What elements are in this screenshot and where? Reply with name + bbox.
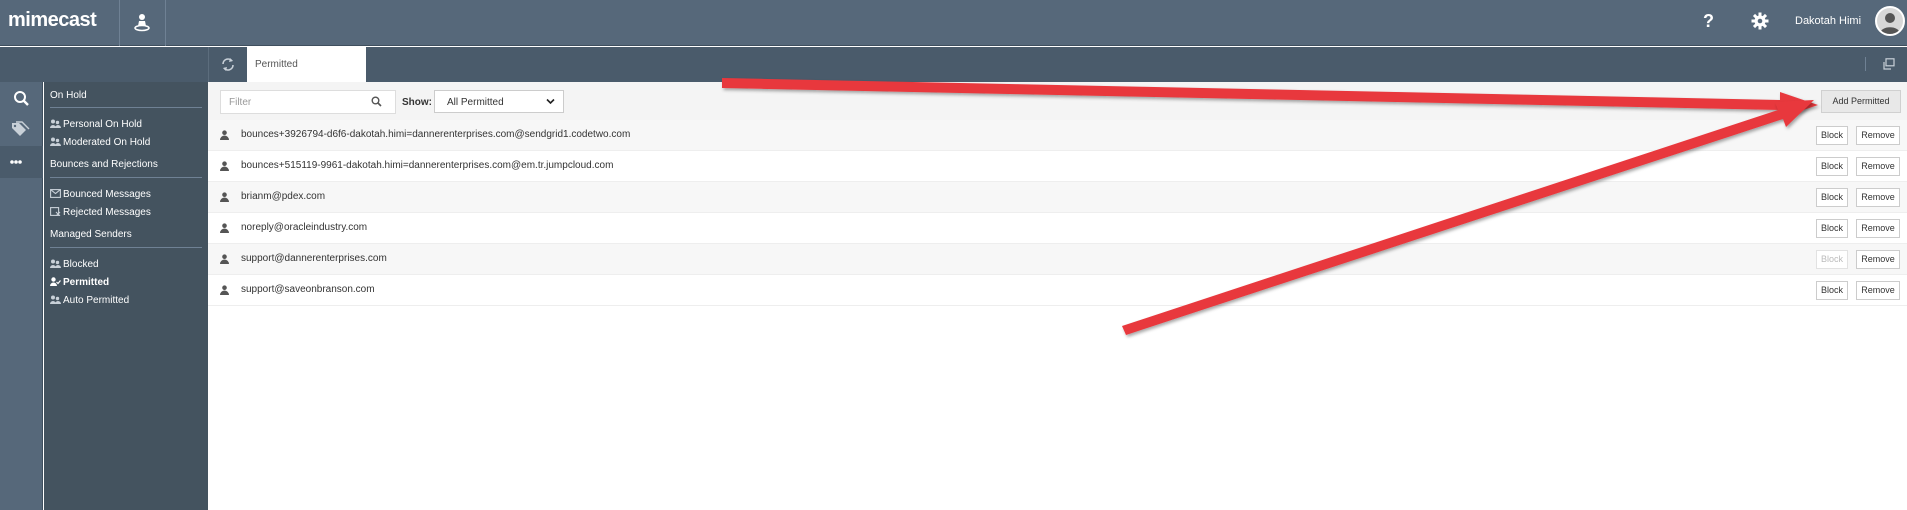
menu-section-bounces-and-rejections[interactable]: Bounces and Rejections xyxy=(50,159,158,170)
search-icon[interactable] xyxy=(371,96,382,107)
block-button[interactable]: Block xyxy=(1816,219,1848,238)
toolbar: Filter Show: All Permitted Add Permitted xyxy=(208,82,1907,120)
block-button[interactable]: Block xyxy=(1816,281,1848,300)
users-icon xyxy=(50,119,61,128)
add-permitted-button[interactable]: Add Permitted xyxy=(1821,90,1901,113)
refresh-icon xyxy=(222,58,234,71)
user-name[interactable]: Dakotah Himi xyxy=(1795,15,1861,27)
sidebar-item-label: Moderated On Hold xyxy=(63,137,151,148)
divider xyxy=(50,247,202,248)
envelope-icon xyxy=(50,189,61,198)
table-row[interactable]: noreply@oracleindustry.com Block Remove xyxy=(208,213,1907,244)
icon-rail xyxy=(0,82,43,510)
user-check-icon xyxy=(50,277,61,286)
user-icon xyxy=(220,192,229,202)
remove-button[interactable]: Remove xyxy=(1856,219,1900,238)
show-label: Show: xyxy=(402,97,432,108)
user-icon xyxy=(220,130,229,140)
rejected-message-icon xyxy=(50,207,61,216)
remove-button[interactable]: Remove xyxy=(1856,157,1900,176)
sidebar-item-bounced-messages[interactable]: Bounced Messages xyxy=(50,189,151,200)
divider xyxy=(165,0,166,46)
tab-bar: Permitted xyxy=(0,47,1907,82)
remove-button[interactable]: Remove xyxy=(1856,188,1900,207)
menu-section-managed-senders[interactable]: Managed Senders xyxy=(50,229,132,240)
table-row[interactable]: brianm@pdex.com Block Remove xyxy=(208,182,1907,213)
users-icon xyxy=(50,295,61,304)
block-button[interactable]: Block xyxy=(1816,157,1848,176)
block-button[interactable]: Block xyxy=(1816,188,1848,207)
sidebar-item-blocked[interactable]: Blocked xyxy=(50,259,99,270)
app-switcher-icon[interactable] xyxy=(133,12,151,32)
menu-section-on-hold[interactable]: On Hold xyxy=(50,90,87,101)
sidebar-menu: On Hold Personal On Hold Moderated On Ho… xyxy=(44,82,208,510)
sidebar-item-label: Permitted xyxy=(63,277,110,288)
avatar[interactable] xyxy=(1875,6,1905,36)
table-row[interactable]: support@saveonbranson.com Block Remove xyxy=(208,275,1907,306)
main-panel: Filter Show: All Permitted Add Permitted… xyxy=(208,82,1907,510)
top-bar: mimecast ? Dakotah Himi xyxy=(0,0,1907,46)
sidebar-item-auto-permitted[interactable]: Auto Permitted xyxy=(50,295,129,306)
users-icon xyxy=(50,137,61,146)
sender-email: noreply@oracleindustry.com xyxy=(241,222,368,233)
sidebar-item-label: Bounced Messages xyxy=(63,189,151,200)
sender-email: bounces+3926794-d6f6-dakotah.himi=danner… xyxy=(241,129,631,140)
chevron-down-icon xyxy=(546,98,555,105)
user-icon xyxy=(220,161,229,171)
search-icon xyxy=(14,91,29,106)
sidebar-item-personal-on-hold[interactable]: Personal On Hold xyxy=(50,119,142,130)
mimecast-logo[interactable]: mimecast xyxy=(8,9,97,32)
block-button[interactable]: Block xyxy=(1816,126,1848,145)
sidebar-item-label: Personal On Hold xyxy=(63,119,142,130)
more-icon xyxy=(10,160,22,164)
sender-email: support@dannerenterprises.com xyxy=(241,253,387,264)
show-select[interactable]: All Permitted xyxy=(434,90,564,113)
avatar-silhouette-icon xyxy=(1880,13,1900,34)
divider xyxy=(119,0,120,46)
rail-tags[interactable] xyxy=(0,114,43,146)
remove-button[interactable]: Remove xyxy=(1856,281,1900,300)
help-icon[interactable]: ? xyxy=(1703,11,1714,32)
sidebar-item-permitted[interactable]: Permitted xyxy=(50,277,109,288)
divider xyxy=(50,107,202,108)
sender-email: bounces+515119-9961-dakotah.himi=dannere… xyxy=(241,160,614,171)
rail-more[interactable] xyxy=(0,146,43,178)
divider xyxy=(50,177,202,178)
sidebar-item-rejected-messages[interactable]: Rejected Messages xyxy=(50,207,151,218)
sender-email: brianm@pdex.com xyxy=(241,191,326,202)
popout-icon[interactable] xyxy=(1883,58,1895,70)
tab-permitted[interactable]: Permitted xyxy=(247,47,366,82)
users-icon xyxy=(50,259,61,268)
user-icon xyxy=(220,254,229,264)
rail-search[interactable] xyxy=(0,82,43,114)
filter-input[interactable]: Filter xyxy=(220,90,396,114)
gear-icon[interactable] xyxy=(1751,12,1769,30)
sidebar-item-label: Blocked xyxy=(63,259,99,270)
user-icon xyxy=(220,223,229,233)
table-row[interactable]: bounces+3926794-d6f6-dakotah.himi=danner… xyxy=(208,120,1907,151)
table-row[interactable]: support@dannerenterprises.com Block Remove xyxy=(208,244,1907,275)
block-button[interactable]: Block xyxy=(1816,250,1848,269)
table-row[interactable]: bounces+515119-9961-dakotah.himi=dannere… xyxy=(208,151,1907,182)
sender-email: support@saveonbranson.com xyxy=(241,284,375,295)
user-icon xyxy=(220,285,229,295)
remove-button[interactable]: Remove xyxy=(1856,250,1900,269)
sidebar-item-label: Rejected Messages xyxy=(63,207,151,218)
divider xyxy=(1865,57,1866,71)
tags-icon xyxy=(12,121,30,136)
sidebar-item-moderated-on-hold[interactable]: Moderated On Hold xyxy=(50,137,150,148)
sidebar-item-label: Auto Permitted xyxy=(63,295,130,306)
remove-button[interactable]: Remove xyxy=(1856,126,1900,145)
refresh-button[interactable] xyxy=(208,47,246,82)
